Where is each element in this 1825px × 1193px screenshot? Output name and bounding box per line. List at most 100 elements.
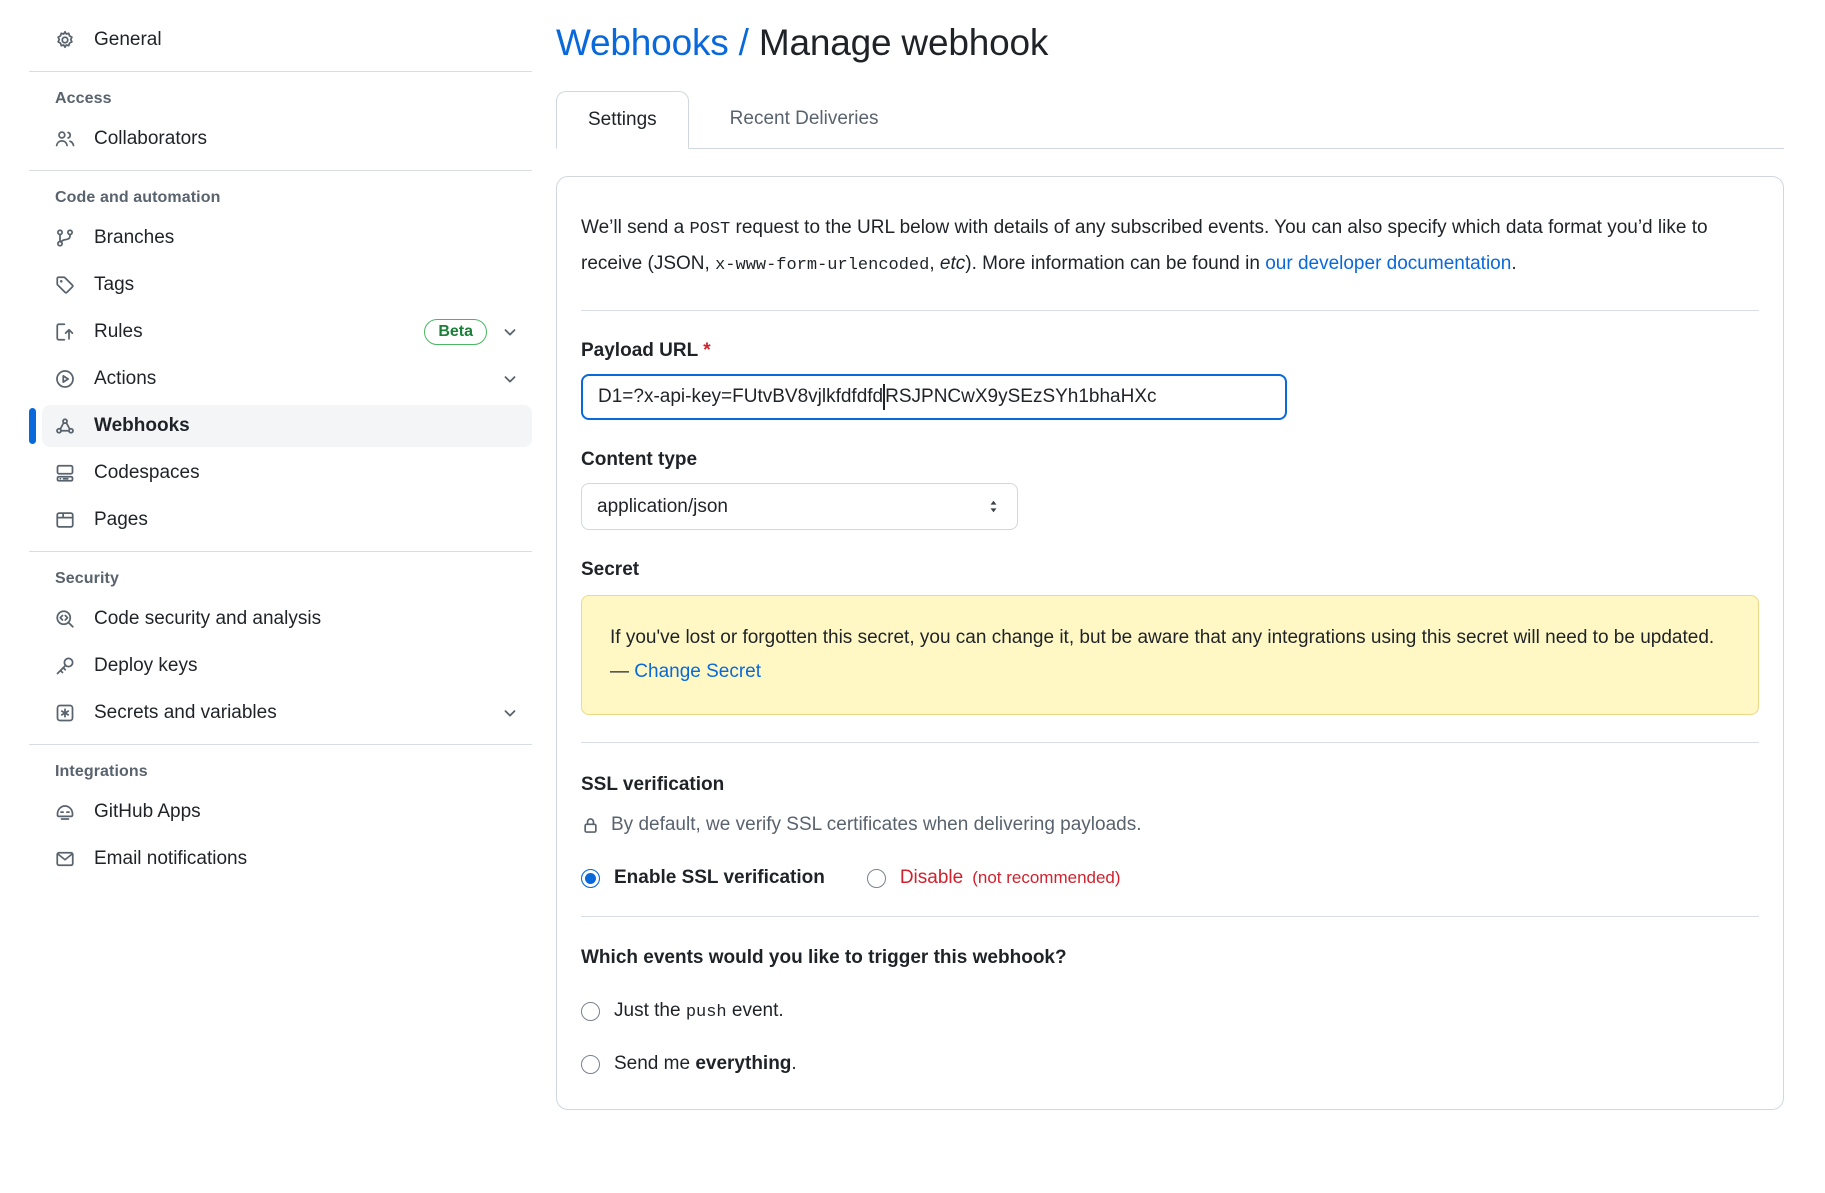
sidebar-item-codespaces[interactable]: Codespaces — [42, 452, 532, 494]
webhook-settings-card: We’ll send a POST request to the URL bel… — [556, 176, 1784, 1110]
play-icon — [55, 369, 75, 389]
push-code: push — [686, 1003, 727, 1022]
sidebar-item-email-notifications[interactable]: Email notifications — [42, 838, 532, 880]
breadcrumb-separator — [729, 22, 739, 63]
select-arrows-icon — [985, 498, 1002, 515]
sidebar-item-label: Secrets and variables — [94, 702, 277, 724]
sidebar-section-security: Security — [55, 570, 532, 588]
asterisk-box-icon — [55, 703, 75, 723]
sidebar-item-rules[interactable]: Rules Beta — [42, 311, 532, 353]
intro-text: . — [1511, 253, 1516, 274]
browser-icon — [55, 510, 75, 530]
breadcrumb-separator-slash: / — [739, 22, 749, 63]
codespaces-icon — [55, 463, 75, 483]
git-branch-icon — [55, 228, 75, 248]
events-question: Which events would you like to trigger t… — [581, 947, 1759, 969]
developer-docs-link[interactable]: our developer documentation — [1265, 253, 1511, 274]
sidebar-item-label: Tags — [94, 274, 134, 296]
disable-ssl-label[interactable]: Disable — [900, 867, 963, 889]
ssl-note: By default, we verify SSL certificates w… — [581, 814, 1759, 836]
sidebar-item-actions[interactable]: Actions — [42, 358, 532, 400]
enable-ssl-radio[interactable] — [581, 869, 600, 888]
disable-ssl-radio[interactable] — [867, 869, 886, 888]
sidebar-item-label: GitHub Apps — [94, 801, 201, 823]
secret-label: Secret — [581, 559, 1759, 581]
secret-warning-box: If you've lost or forgotten this secret,… — [581, 595, 1759, 715]
sidebar-section-code-automation: Code and automation — [55, 189, 532, 207]
sidebar-item-label: Deploy keys — [94, 655, 198, 677]
just-push-radio[interactable] — [581, 1002, 600, 1021]
sidebar-item-branches[interactable]: Branches — [42, 217, 532, 259]
tab-settings[interactable]: Settings — [556, 91, 689, 149]
send-everything-radio[interactable] — [581, 1055, 600, 1074]
send-everything-label[interactable]: Send me everything. — [614, 1053, 797, 1075]
key-icon — [55, 656, 75, 676]
send-everything-bold: everything — [695, 1053, 791, 1074]
sidebar-item-secrets-variables[interactable]: Secrets and variables — [42, 692, 532, 734]
just-push-suffix: event. — [727, 1000, 784, 1021]
sidebar-section-integrations: Integrations — [55, 763, 532, 781]
divider — [29, 551, 532, 552]
divider — [29, 744, 532, 745]
post-code: POST — [689, 220, 730, 239]
content-type-select[interactable]: application/json — [581, 483, 1018, 530]
sidebar-item-label: Rules — [94, 321, 143, 343]
event-option-everything: Send me everything. — [581, 1053, 1759, 1075]
enable-ssl-label[interactable]: Enable SSL verification — [614, 867, 825, 889]
sidebar-item-label: Email notifications — [94, 848, 247, 870]
sidebar-item-collaborators[interactable]: Collaborators — [42, 118, 532, 160]
required-asterisk: * — [703, 340, 710, 361]
sidebar-item-label: Webhooks — [94, 415, 190, 437]
sidebar-item-pages[interactable]: Pages — [42, 499, 532, 541]
sidebar-item-general[interactable]: General — [42, 19, 532, 61]
sidebar-item-label: Codespaces — [94, 462, 200, 484]
gear-icon — [55, 30, 75, 50]
intro-text: We’ll send a — [581, 217, 689, 238]
main-content: Webhooks / Manage webhook Settings Recen… — [556, 0, 1825, 1193]
content-type-value: application/json — [597, 496, 728, 518]
beta-badge: Beta — [424, 319, 487, 345]
people-icon — [55, 129, 75, 149]
sidebar-item-webhooks[interactable]: Webhooks — [42, 405, 532, 447]
secret-warning-text: If you've lost or forgotten this secret,… — [610, 627, 1714, 682]
divider — [29, 71, 532, 72]
sidebar-item-github-apps[interactable]: GitHub Apps — [42, 791, 532, 833]
disable-ssl-note: (not recommended) — [972, 868, 1120, 888]
page: General Access Collaborators Code and au… — [0, 0, 1825, 1193]
payload-url-input[interactable]: D1=?x-api-key=FUtvBV8vjlkfdfdfdRSJPNCwX9… — [581, 374, 1287, 420]
chevron-down-icon — [501, 704, 519, 722]
intro-text: , — [929, 253, 940, 274]
ssl-note-text: By default, we verify SSL certificates w… — [611, 814, 1142, 836]
sidebar-item-label: Branches — [94, 227, 174, 249]
sidebar-item-tags[interactable]: Tags — [42, 264, 532, 306]
change-secret-link[interactable]: Change Secret — [634, 661, 761, 682]
sidebar-item-deploy-keys[interactable]: Deploy keys — [42, 645, 532, 687]
intro-paragraph: We’ll send a POST request to the URL bel… — [581, 211, 1759, 283]
sidebar-item-label: Actions — [94, 368, 156, 390]
sidebar-item-code-security[interactable]: Code security and analysis — [42, 598, 532, 640]
chevron-down-icon — [501, 323, 519, 341]
page-title-current: Manage webhook — [759, 22, 1048, 63]
intro-text: ). More information can be found in — [965, 253, 1265, 274]
send-everything-suffix: . — [791, 1053, 796, 1074]
breadcrumb-webhooks-link[interactable]: Webhooks — [556, 22, 729, 63]
just-push-label[interactable]: Just the push event. — [614, 1000, 784, 1022]
intro-etc: etc — [940, 253, 965, 274]
hubot-icon — [55, 802, 75, 822]
sidebar-item-label: Pages — [94, 509, 148, 531]
tab-recent-deliveries[interactable]: Recent Deliveries — [689, 91, 920, 148]
mail-icon — [55, 849, 75, 869]
content-type-label: Content type — [581, 449, 1759, 471]
page-title: Webhooks / Manage webhook — [556, 22, 1784, 64]
divider — [581, 916, 1759, 917]
urlencoded-code: x-www-form-urlencoded — [715, 256, 929, 275]
webhook-icon — [55, 416, 75, 436]
sidebar-section-access: Access — [55, 90, 532, 108]
tab-bar: Settings Recent Deliveries — [556, 91, 1784, 149]
lock-icon — [581, 816, 600, 835]
sidebar-item-label: Collaborators — [94, 128, 207, 150]
event-option-push: Just the push event. — [581, 1000, 1759, 1022]
sidebar-item-label: General — [94, 29, 162, 51]
payload-url-label-text: Payload URL — [581, 340, 698, 361]
code-scan-icon — [55, 609, 75, 629]
